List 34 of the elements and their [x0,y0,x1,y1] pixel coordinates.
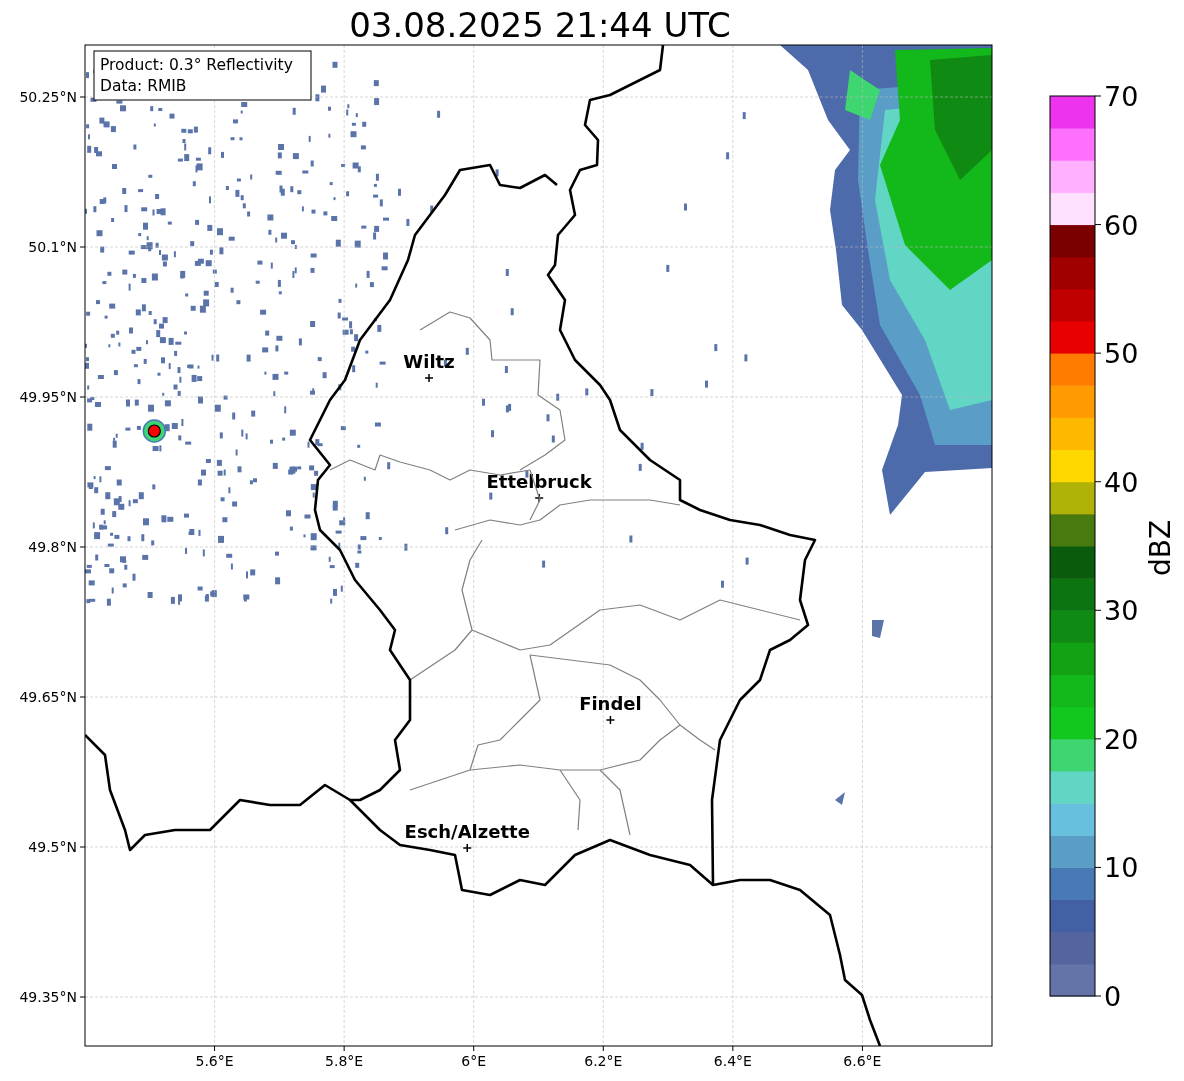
colorbar-label: dBZ [1144,519,1177,577]
city-label: Esch/Alzette [404,821,530,842]
colorbar-tick-label: 60 [1104,209,1139,241]
axis-tick-label: 49.5°N [28,839,77,855]
city-marker [424,373,434,383]
axis-tick-label: 50.25°N [19,89,77,105]
chart-title: 03.08.2025 21:44 UTC [349,5,731,45]
axis-tick-label: 49.8°N [28,539,77,555]
colorbar-tick-label: 20 [1104,723,1139,755]
colorbar-tick-label: 40 [1104,466,1139,498]
axis-tick-label: 6.6°E [843,1053,882,1069]
city-label: Wiltz [403,351,455,372]
colorbar-tick-label: 70 [1104,81,1139,112]
colorbar-tick-label: 10 [1104,852,1139,884]
city-marker [534,493,544,503]
colorbar-tick-label: 30 [1104,595,1139,627]
axis-tick-label: 6.2°E [584,1053,623,1069]
colorbar-tick-label: 0 [1104,981,1122,1012]
axis-tick-label: 49.35°N [19,989,77,1005]
city-label: Ettelbruck [486,471,592,492]
axis-tick-label: 49.95°N [19,389,77,405]
axis-tick-label: 5.8°E [325,1053,364,1069]
axis-tick-label: 5.6°E [195,1053,234,1069]
legend-text: Product: 0.3° Reflectivity [100,56,293,74]
axis-tick-label: 50.1°N [28,239,77,255]
colorbar-tick-label: 50 [1104,338,1139,370]
city-marker [605,715,616,725]
axis-tick-label: 6.4°E [713,1053,752,1069]
radar-site-marker [142,419,167,443]
city-marker [462,843,472,853]
legend-text: Data: RMIB [100,77,187,95]
city-label: Findel [579,693,642,714]
axis-tick-label: 49.65°N [19,689,77,705]
axis-tick-label: 6°E [461,1053,487,1069]
